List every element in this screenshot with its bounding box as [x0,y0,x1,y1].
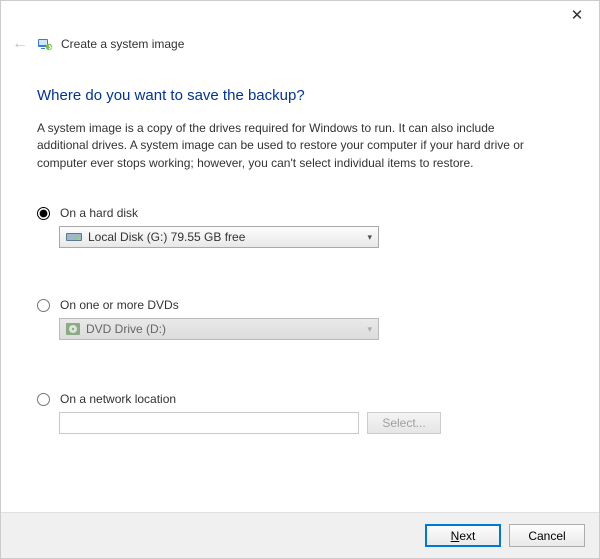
hard-disk-selected-value: Local Disk (G:) 79.55 GB free [88,230,245,244]
next-button-rest: ext [459,529,475,543]
dvd-selected-value: DVD Drive (D:) [86,322,166,336]
page-description: A system image is a copy of the drives r… [37,120,547,172]
back-arrow-icon[interactable]: ← [11,35,29,53]
cancel-button[interactable]: Cancel [509,524,585,547]
close-button[interactable]: ✕ [555,1,599,29]
chevron-down-icon: ▾ [367,232,372,243]
hard-disk-dropdown[interactable]: Local Disk (G:) 79.55 GB free ▾ [59,226,379,248]
next-button[interactable]: Next [425,524,501,547]
network-input-row: Select... [59,412,563,434]
option-section-hard-disk: On a hard disk Local Disk (G:) 79.55 GB … [37,206,563,248]
hard-drive-icon [66,231,82,243]
system-image-icon [37,36,53,52]
wizard-title: Create a system image [61,37,184,51]
page-heading: Where do you want to save the backup? [37,87,563,104]
chevron-down-icon: ▾ [367,324,372,335]
radio-dvd[interactable] [37,299,50,312]
option-section-network: On a network location Select... [37,392,563,434]
option-network[interactable]: On a network location [37,392,563,406]
network-path-input [59,412,359,434]
option-dvd-label: On one or more DVDs [60,298,179,312]
option-dvd[interactable]: On one or more DVDs [37,298,563,312]
network-select-button: Select... [367,412,441,434]
option-hard-disk[interactable]: On a hard disk [37,206,563,220]
dvd-dropdown: DVD Drive (D:) ▾ [59,318,379,340]
content-area: Where do you want to save the backup? A … [1,57,599,512]
option-section-dvd: On one or more DVDs DVD Drive (D:) ▾ [37,298,563,340]
footer: Next Cancel [1,512,599,558]
radio-hard-disk[interactable] [37,207,50,220]
header-row: ← Create a system image [1,31,599,57]
option-network-label: On a network location [60,392,176,406]
option-hard-disk-label: On a hard disk [60,206,138,220]
dialog-window: ✕ ← Create a system image Where do you w… [0,0,600,559]
dvd-drive-icon [66,322,80,336]
radio-network[interactable] [37,393,50,406]
titlebar: ✕ [1,1,599,31]
